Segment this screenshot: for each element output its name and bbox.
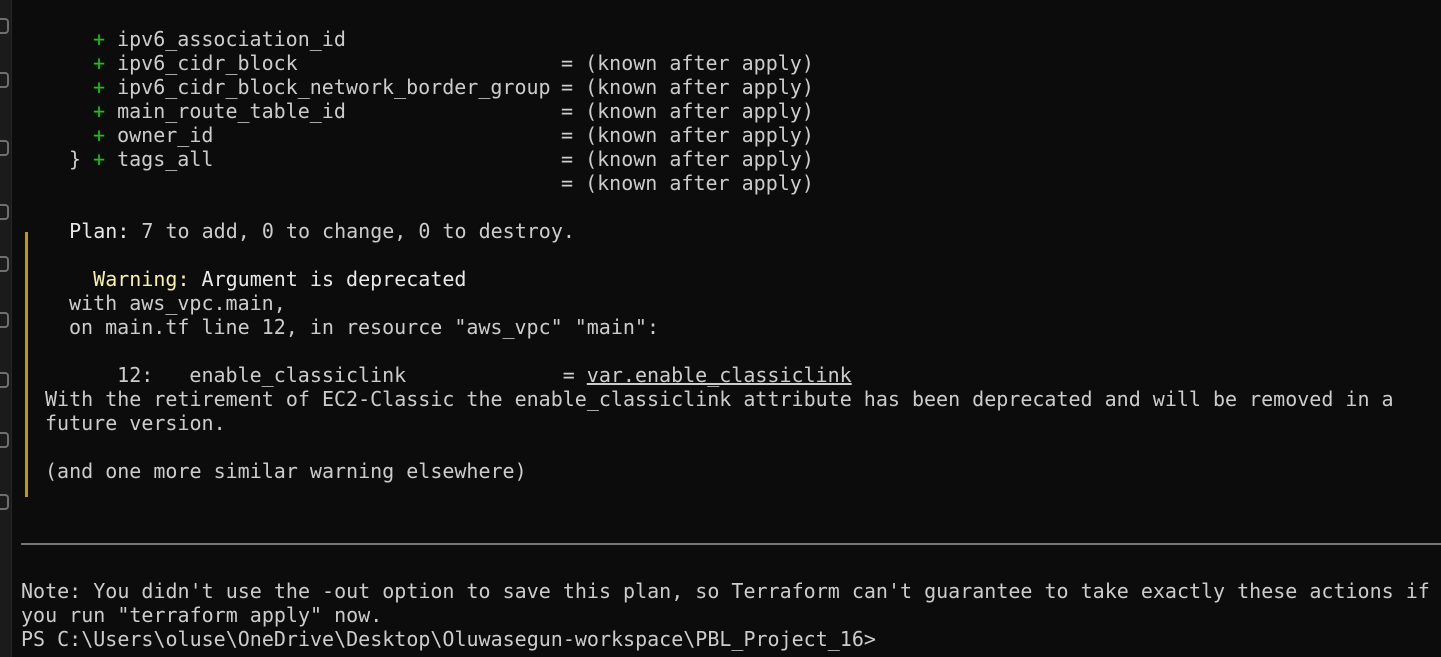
warning-label: Warning:	[93, 267, 190, 291]
warning-title: Argument is deprecated	[189, 267, 467, 291]
attribute-name: tags_all	[117, 147, 214, 171]
code-snippet: 12: enable_classiclink =	[117, 363, 587, 387]
plan-label: Plan:	[69, 219, 130, 243]
variable-link[interactable]: var.enable_classiclink	[587, 363, 852, 387]
remote-explorer-icon[interactable]	[0, 312, 9, 328]
warning-border	[25, 232, 28, 497]
shell-prompt[interactable]: PS C:\Users\oluse\OneDrive\Desktop\Oluwa…	[21, 627, 876, 651]
note-line: Note: You didn't use the -out option to …	[21, 579, 1430, 603]
warning-code-line: 12: enable_classiclink = var.enable_clas…	[69, 339, 852, 387]
attribute-line: + ipv6_association_id = (known after app…	[21, 3, 1021, 75]
testing-icon[interactable]	[0, 256, 9, 272]
warning-location-line: on main.tf line 12, in resource "aws_vpc…	[69, 315, 660, 339]
activity-bar	[0, 0, 12, 657]
warning-message-line: future version.	[45, 411, 226, 435]
attribute-value: = (known after apply)	[561, 171, 814, 195]
docker-icon[interactable]	[0, 372, 9, 388]
settings-icon[interactable]	[0, 494, 9, 510]
plan-counts: 7 to add, 0 to change, 0 to destroy.	[129, 219, 575, 243]
divider	[21, 543, 1441, 545]
attribute-line: + tags_all = (known after apply)	[21, 123, 1021, 195]
warning-extra: (and one more similar warning elsewhere)	[45, 459, 527, 483]
warning-with-line: with aws_vpc.main,	[69, 291, 286, 315]
search-icon[interactable]	[0, 72, 9, 88]
warning-message-line: With the retirement of EC2-Classic the e…	[45, 387, 1394, 411]
attribute-line: + ipv6_cidr_block_network_border_group =…	[21, 51, 1021, 123]
attribute-value: = (known after apply)	[561, 147, 814, 171]
attribute-line: + main_route_table_id = (known after app…	[21, 75, 1021, 147]
terminal-output[interactable]: + ipv6_association_id = (known after app…	[21, 3, 1441, 657]
source-control-icon[interactable]	[0, 140, 9, 156]
plan-summary: Plan: 7 to add, 0 to change, 0 to destro…	[21, 195, 575, 243]
warning-heading: Warning: Argument is deprecated	[45, 243, 466, 291]
attribute-line: + owner_id = (known after apply)	[21, 99, 1021, 171]
explorer-icon[interactable]	[0, 18, 9, 34]
plus-sign: +	[93, 147, 106, 171]
closing-brace: }	[69, 147, 82, 171]
attribute-line: + ipv6_cidr_block = (known after apply)	[21, 27, 1021, 99]
account-icon[interactable]	[0, 432, 9, 448]
extensions-icon[interactable]	[0, 204, 9, 220]
note-line: you run "terraform apply" now.	[21, 603, 383, 627]
